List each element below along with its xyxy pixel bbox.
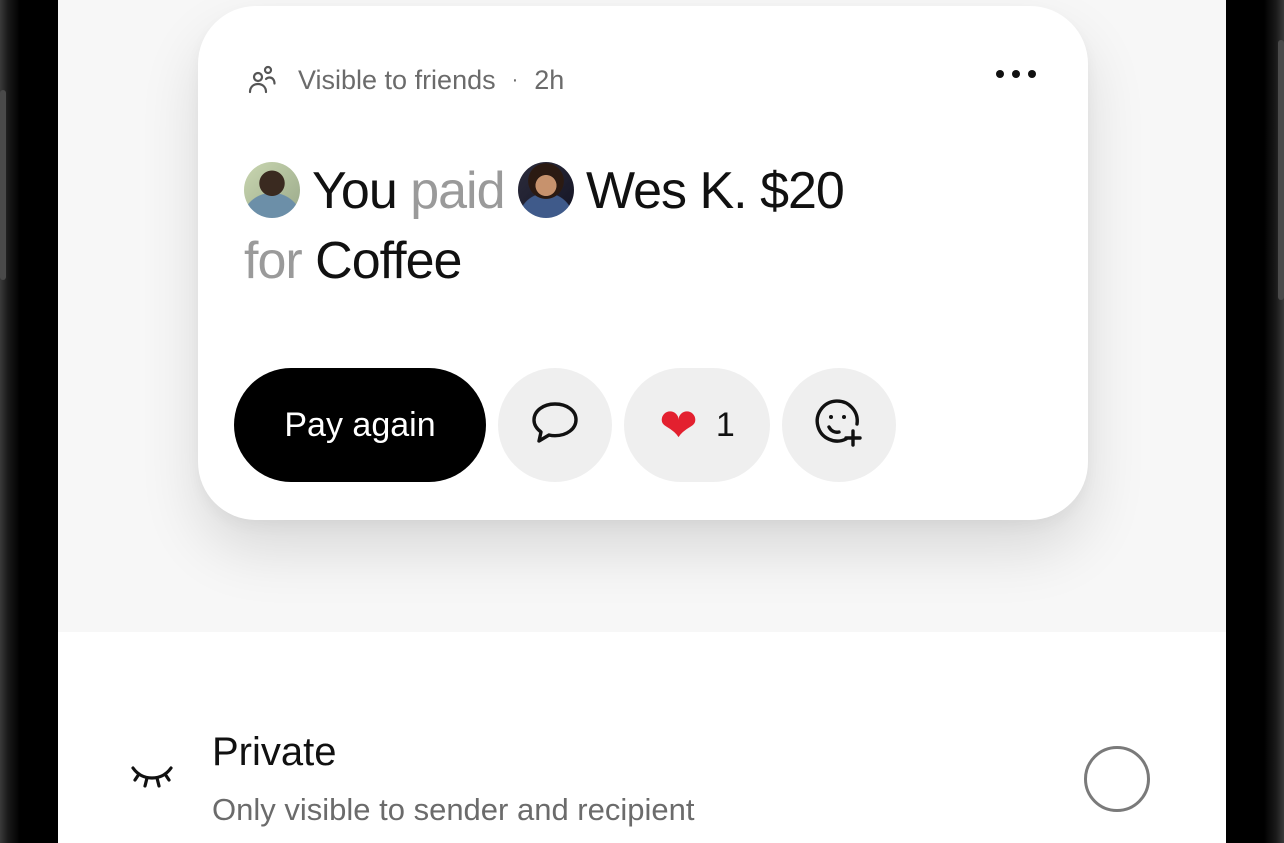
privacy-option-private[interactable]: Private Only visible to sender and recip… xyxy=(58,700,1226,843)
comment-button[interactable] xyxy=(498,368,612,482)
recipient-name: Wes K. xyxy=(585,162,748,220)
phone-frame-left xyxy=(0,0,58,843)
add-emoji-icon xyxy=(813,397,865,454)
like-button[interactable]: ❤ 1 xyxy=(624,368,770,482)
friends-icon xyxy=(246,64,278,96)
payer-name: You xyxy=(312,162,398,220)
more-horizontal-icon[interactable] xyxy=(996,70,1036,78)
heart-icon: ❤ xyxy=(659,399,698,451)
pay-again-button[interactable]: Pay again xyxy=(234,368,486,482)
payment-note: Coffee xyxy=(315,232,462,290)
closed-eye-icon xyxy=(130,762,174,792)
payment-amount: $20 xyxy=(760,162,845,220)
side-button xyxy=(1278,40,1284,300)
for-word: for xyxy=(244,232,303,290)
option-subtitle: Only visible to sender and recipient xyxy=(212,792,695,827)
speech-bubble-icon xyxy=(530,400,580,451)
add-reaction-button[interactable] xyxy=(782,368,896,482)
verb: paid xyxy=(410,162,505,220)
payment-card[interactable]: Visible to friends · 2h You paid Wes K. … xyxy=(198,6,1088,520)
like-count: 1 xyxy=(715,405,735,444)
feed-area: Visible to friends · 2h You paid Wes K. … xyxy=(58,0,1226,632)
meta-separator: · xyxy=(511,68,519,91)
side-button xyxy=(0,90,6,280)
private-radio[interactable] xyxy=(1084,746,1150,812)
avatar-recipient xyxy=(517,162,574,218)
option-title: Private xyxy=(212,730,337,774)
phone-screen: Visible to friends · 2h You paid Wes K. … xyxy=(58,0,1226,843)
post-meta: Visible to friends · 2h xyxy=(246,62,564,98)
payment-headline: You paid Wes K. $20 for Coffee xyxy=(244,156,1004,296)
avatar-you xyxy=(244,162,300,218)
phone-frame-right xyxy=(1226,0,1284,843)
visibility-label: Visible to friends xyxy=(298,64,496,95)
post-time: 2h xyxy=(534,64,565,95)
action-bar: Pay again ❤ 1 xyxy=(234,368,896,482)
